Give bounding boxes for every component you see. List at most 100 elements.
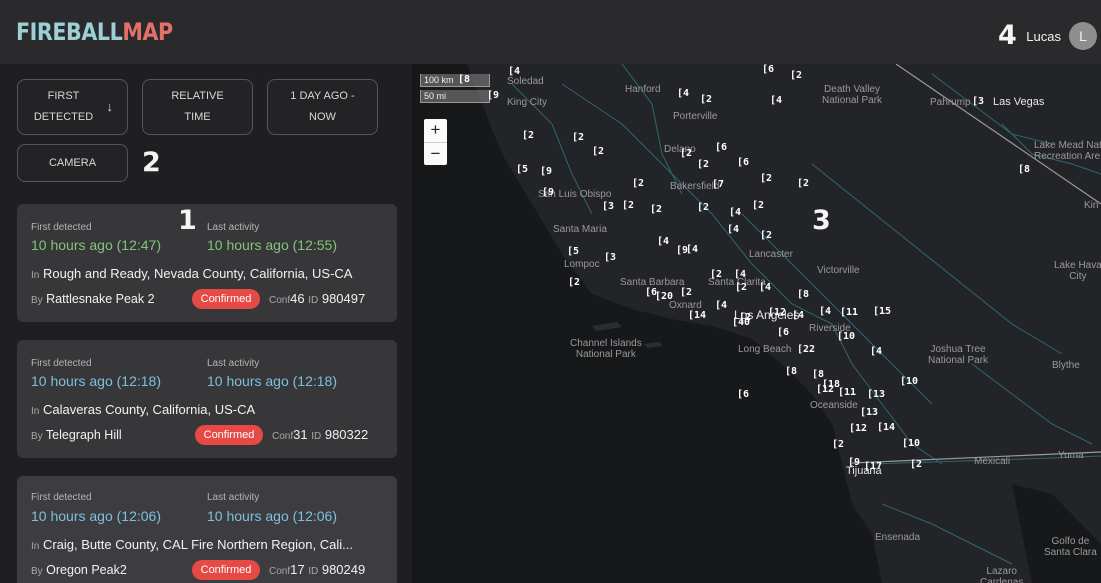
user-menu[interactable]: Lucas L (1026, 22, 1097, 50)
incident-card[interactable]: First detected Last activity 10 hours ag… (17, 340, 397, 458)
camera-marker[interactable]: [2 (650, 204, 662, 215)
camera-marker[interactable]: [2 (680, 148, 692, 159)
camera-marker[interactable]: [2 (572, 132, 584, 143)
camera-marker[interactable]: [12 (849, 423, 867, 434)
camera-marker[interactable]: [6 (762, 64, 774, 75)
camera-marker[interactable]: [9 (542, 187, 554, 198)
camera-marker[interactable]: [2 (632, 178, 644, 189)
camera-marker[interactable]: [4 (734, 269, 746, 280)
camera-marker[interactable]: [5 (567, 246, 579, 257)
camera-marker[interactable]: [10 (837, 331, 855, 342)
camera-marker[interactable]: [4 (657, 236, 669, 247)
location-text: Rough and Ready, Nevada County, Californ… (42, 266, 353, 281)
camera-marker[interactable]: [2 (622, 200, 634, 211)
fire-map[interactable]: 100 km 50 mi + − Soledad King City Hanfo… (412, 64, 1101, 583)
camera-marker[interactable]: [5 (516, 164, 528, 175)
camera-marker[interactable]: [40 (732, 317, 750, 328)
camera-marker[interactable]: [2 (760, 230, 772, 241)
camera-marker[interactable]: [10 (900, 376, 918, 387)
camera-marker[interactable]: [6 (715, 142, 727, 153)
camera-marker[interactable]: [4 (508, 66, 520, 77)
camera-marker[interactable]: [2 (710, 269, 722, 280)
zoom-in-button[interactable]: + (424, 119, 447, 142)
camera-marker[interactable]: [6 (737, 389, 749, 400)
time-range-button[interactable]: 1 DAY AGO - NOW (267, 79, 378, 135)
camera-marker[interactable]: [11 (838, 387, 856, 398)
camera-marker[interactable]: [4 (770, 95, 782, 106)
sort-first-detected-button[interactable]: FIRST DETECTED ↓ (17, 79, 128, 135)
camera-marker[interactable]: [2 (697, 159, 709, 170)
camera-marker[interactable]: [8 (1018, 164, 1030, 175)
camera-marker[interactable]: [2 (697, 202, 709, 213)
camera-marker[interactable]: [4 (759, 282, 771, 293)
camera-marker[interactable]: [4 (819, 306, 831, 317)
camera-marker[interactable]: [9 (540, 166, 552, 177)
place-label: Hanford (625, 84, 661, 95)
place-label: Long Beach (738, 344, 792, 355)
annotation-2: 2 (142, 147, 161, 178)
relative-time-button[interactable]: RELATIVE TIME (142, 79, 253, 135)
confidence: Conf17 ID 980249 (269, 562, 365, 577)
camera-marker[interactable]: [3 (604, 252, 616, 263)
location-text: Craig, Butte County, CAL Fire Northern R… (42, 537, 353, 552)
camera-marker[interactable]: [12 (816, 384, 834, 395)
camera-marker[interactable]: [22 (797, 344, 815, 355)
camera-marker[interactable]: [4 (727, 224, 739, 235)
incident-id: 980497 (321, 291, 366, 306)
camera-marker[interactable]: [2 (700, 94, 712, 105)
camera-marker[interactable]: [2 (910, 459, 922, 470)
camera-marker[interactable]: [13 (860, 407, 878, 418)
camera-marker[interactable]: [2 (735, 282, 747, 293)
relative-time-label: RELATIVE TIME (171, 90, 224, 123)
camera-marker[interactable]: [2 (752, 200, 764, 211)
camera-marker[interactable]: [2 (832, 439, 844, 450)
camera-marker[interactable]: [10 (902, 438, 920, 449)
camera-marker[interactable]: [14 (688, 310, 706, 321)
camera-marker[interactable]: [4 (792, 310, 804, 321)
avatar[interactable]: L (1069, 22, 1097, 50)
camera-marker[interactable]: [2 (592, 146, 604, 157)
camera-name: Rattlesnake Peak 2 (46, 292, 155, 306)
camera-marker[interactable]: [15 (873, 306, 891, 317)
camera-marker[interactable]: [4 (870, 346, 882, 357)
camera-marker[interactable]: [6 (777, 327, 789, 338)
camera-marker[interactable]: [4 (677, 88, 689, 99)
camera-marker[interactable]: [6 (737, 157, 749, 168)
camera-filter-button[interactable]: CAMERA (17, 144, 128, 182)
camera-marker[interactable]: [14 (877, 422, 895, 433)
camera-marker[interactable]: [2 (797, 178, 809, 189)
camera-marker[interactable]: [12 (768, 307, 786, 318)
annotation-4: 4 (998, 20, 1017, 51)
place-label: Death Valley National Park (822, 84, 883, 106)
camera-marker[interactable]: [2 (522, 130, 534, 141)
camera-marker[interactable]: [2 (568, 277, 580, 288)
camera-marker[interactable]: [8 (785, 366, 797, 377)
by-prefix: By (31, 431, 43, 442)
incident-location: In Calaveras County, California, US-CA (31, 402, 255, 417)
camera-marker[interactable]: [7 (712, 179, 724, 190)
place-label: Porterville (673, 111, 718, 122)
camera-marker[interactable]: [8 (797, 289, 809, 300)
camera-marker[interactable]: [9 (487, 90, 499, 101)
camera-marker[interactable]: [2 (680, 287, 692, 298)
camera-marker[interactable]: [13 (867, 389, 885, 400)
logo[interactable]: FIREBALLMAP (16, 18, 173, 46)
conf-value: 46 (290, 291, 305, 306)
camera-marker[interactable]: [17 (864, 461, 882, 472)
incident-card[interactable]: First detected Last activity 10 hours ag… (17, 204, 397, 322)
camera-marker[interactable]: [3 (972, 96, 984, 107)
camera-marker[interactable]: [9 (676, 245, 688, 256)
camera-marker[interactable]: [9 (848, 457, 860, 468)
camera-marker[interactable]: [20 (655, 291, 673, 302)
zoom-out-button[interactable]: − (424, 142, 447, 165)
camera-marker[interactable]: [2 (790, 70, 802, 81)
camera-marker[interactable]: [8 (458, 74, 470, 85)
camera-marker[interactable]: [11 (840, 307, 858, 318)
incident-card[interactable]: First detected Last activity 10 hours ag… (17, 476, 397, 583)
camera-marker[interactable]: [4 (729, 207, 741, 218)
scale-bar-mi: 50 mi (420, 90, 490, 103)
camera-marker[interactable]: [2 (760, 173, 772, 184)
camera-marker[interactable]: [3 (602, 201, 614, 212)
camera-marker[interactable]: [4 (715, 300, 727, 311)
place-label: Lancaster (749, 249, 793, 260)
